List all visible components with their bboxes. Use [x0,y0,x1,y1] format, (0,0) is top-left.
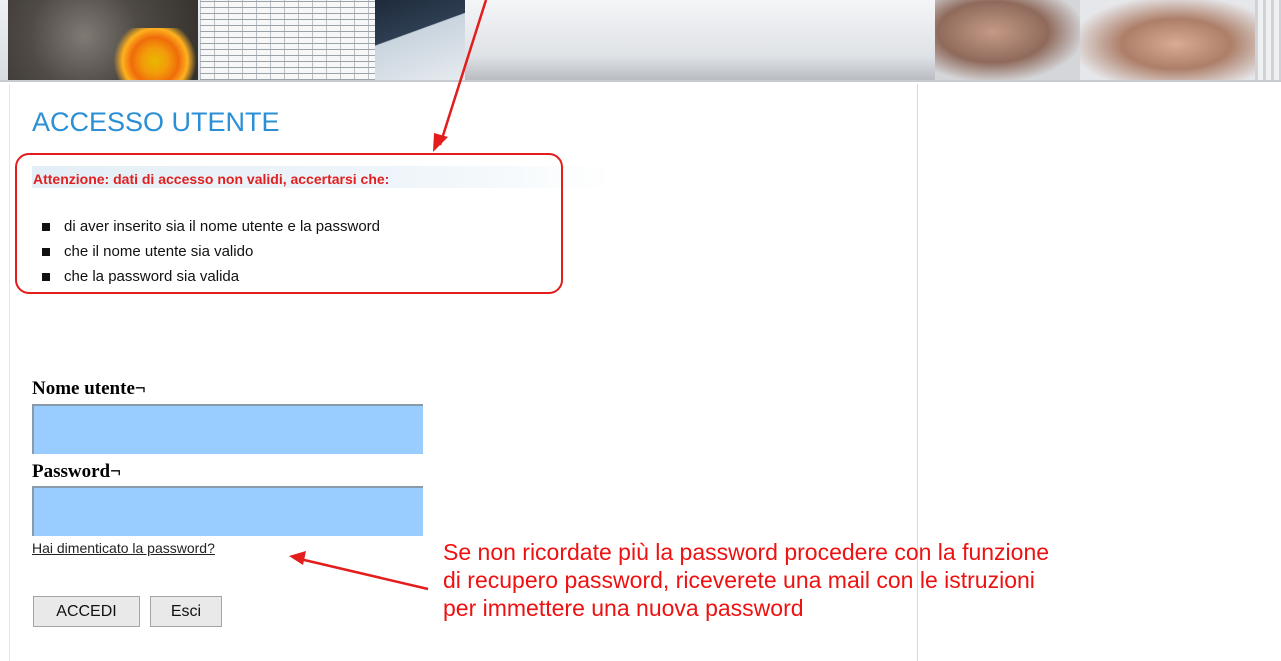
annotation-line: per immettere una nuova password [443,595,804,621]
annotation-line: di recupero password, riceverete una mai… [443,567,1035,593]
password-input[interactable] [32,486,423,536]
login-button[interactable]: ACCEDI [33,596,140,627]
banner-photo-office [465,0,935,80]
flower-image [106,28,204,80]
password-label: Password¬ [32,461,121,482]
banner-photo-hands-keyboard [1080,0,1255,80]
annotation-note: Se non ricordate più la password procede… [443,538,1203,622]
username-label: Nome utente¬ [32,378,146,399]
arrow-to-forgot-link-icon [289,551,429,591]
left-border [9,84,10,661]
username-input[interactable] [32,404,423,454]
banner-photo-desk [375,0,465,80]
header-banner [0,0,1281,82]
error-highlight-frame [15,153,563,294]
annotation-line: Se non ricordate più la password procede… [443,539,1050,565]
page-title: ACCESSO UTENTE [32,107,280,137]
banner-photo-edge [1255,0,1281,80]
forgot-password-link[interactable]: Hai dimenticato la password? [32,540,215,556]
banner-photo-hands-typing [935,0,1080,80]
exit-button[interactable]: Esci [150,596,222,627]
banner-photo-spreadsheet [200,0,375,80]
banner-photo-woman [8,0,204,80]
